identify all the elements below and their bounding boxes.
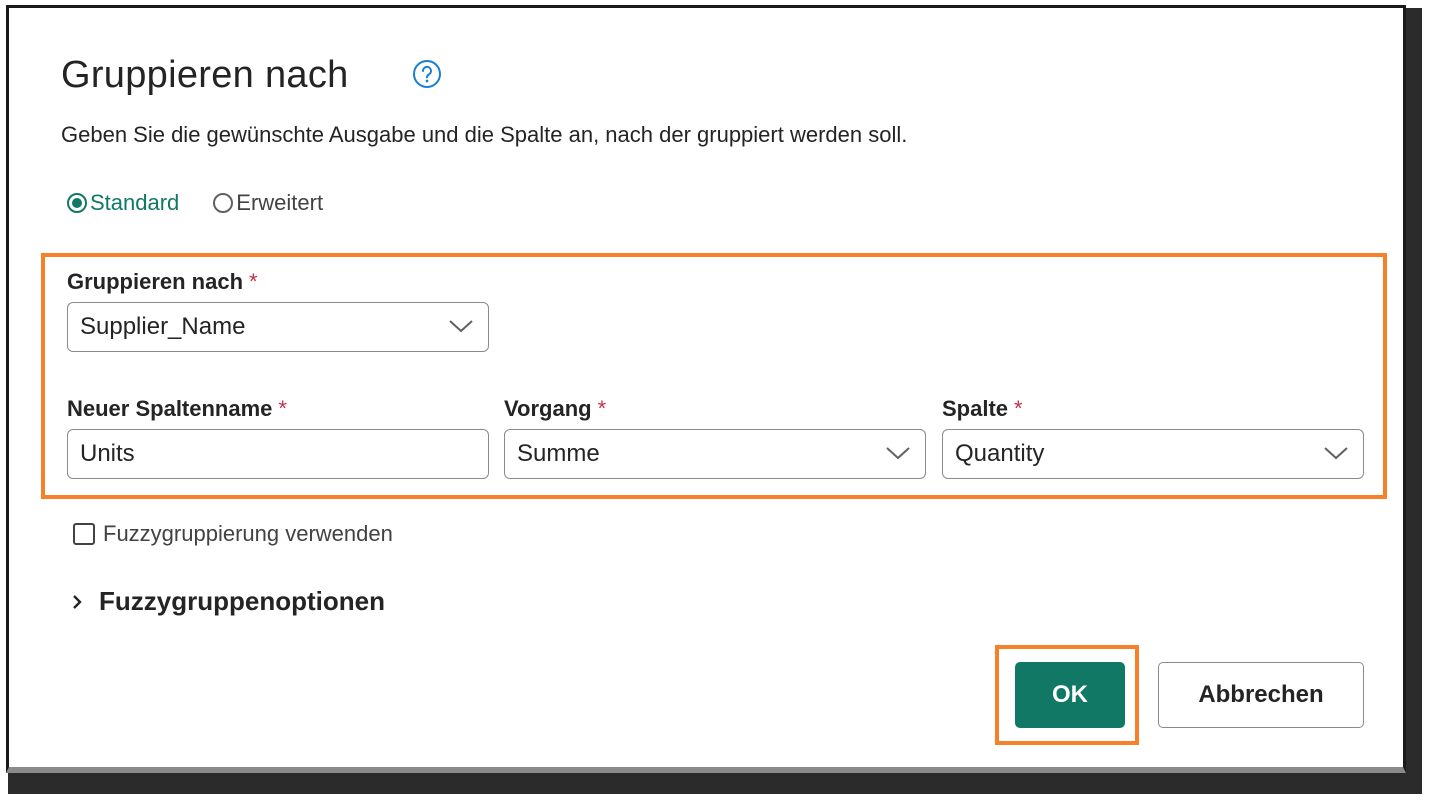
question-circle-icon[interactable] (412, 59, 442, 89)
operation-label-text: Vorgang (504, 396, 592, 421)
dialog-subtitle: Geben Sie die gewünschte Ausgabe und die… (61, 122, 908, 147)
column-label: Spalte * (942, 396, 1023, 422)
mode-radio-group: Standard Erweitert (67, 190, 357, 216)
group-by-select[interactable]: Supplier_Name (67, 302, 489, 352)
chevron-right-icon (73, 594, 82, 609)
operation-select[interactable]: Summe (504, 429, 926, 479)
new-column-name-label: Neuer Spaltenname * (67, 396, 287, 422)
group-by-label: Gruppieren nach * (67, 269, 258, 295)
new-column-name-input[interactable]: Units (67, 429, 489, 479)
radio-checked-icon[interactable] (67, 193, 87, 213)
new-column-name-label-text: Neuer Spaltenname (67, 396, 273, 421)
chevron-down-icon (449, 320, 473, 333)
column-value: Quantity (955, 440, 1045, 467)
fuzzy-grouping-label[interactable]: Fuzzygruppierung verwenden (103, 521, 393, 547)
fuzzy-options-expander[interactable]: Fuzzygruppenoptionen (69, 586, 385, 617)
required-mark: * (278, 396, 287, 421)
operation-label: Vorgang * (504, 396, 606, 422)
chevron-down-icon (1324, 447, 1348, 460)
group-by-value: Supplier_Name (80, 313, 246, 340)
fuzzy-grouping-checkbox[interactable] (73, 523, 95, 545)
radio-advanced-label[interactable]: Erweitert (236, 190, 323, 216)
fuzzy-options-label[interactable]: Fuzzygruppenoptionen (99, 586, 385, 617)
radio-standard-label[interactable]: Standard (90, 190, 179, 216)
required-mark: * (249, 269, 258, 294)
chevron-down-icon (886, 447, 910, 460)
operation-value: Summe (517, 440, 600, 467)
ok-button[interactable]: OK (1015, 662, 1125, 728)
required-mark: * (1014, 396, 1023, 421)
fuzzy-grouping-row[interactable]: Fuzzygruppierung verwenden (73, 521, 393, 547)
radio-unchecked-icon[interactable] (213, 193, 234, 213)
group-by-label-text: Gruppieren nach (67, 269, 244, 294)
new-column-name-value: Units (80, 440, 135, 467)
required-mark: * (597, 396, 607, 421)
radio-advanced[interactable]: Erweitert (213, 190, 323, 216)
cancel-button[interactable]: Abbrechen (1158, 662, 1364, 728)
radio-standard[interactable]: Standard (67, 190, 179, 216)
column-select[interactable]: Quantity (942, 429, 1364, 479)
column-label-text: Spalte (942, 396, 1009, 421)
dialog-title: Gruppieren nach (61, 54, 349, 96)
group-by-dialog: Gruppieren nach Geben Sie die gewünschte… (6, 5, 1406, 773)
